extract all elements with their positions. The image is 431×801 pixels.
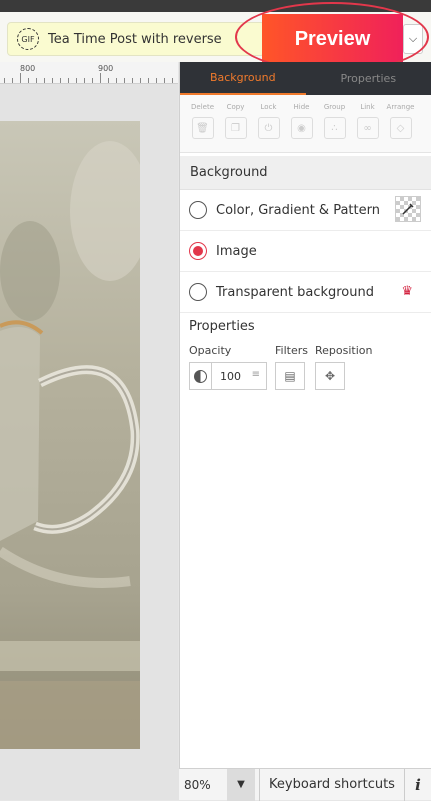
reposition-button[interactable]: ✥ <box>315 362 345 390</box>
ruler-tick <box>68 78 69 83</box>
ruler-tick <box>148 78 149 83</box>
group-tool[interactable]: Group ∴ <box>318 95 351 152</box>
ruler-tick <box>140 78 141 83</box>
ruler-tick <box>156 78 157 83</box>
option-label: Color, Gradient & Pattern <box>216 203 380 218</box>
ruler-tick <box>76 78 77 83</box>
tool-label: Hide <box>294 103 310 111</box>
ruler-tick <box>124 78 125 83</box>
tool-label: Group <box>324 103 345 111</box>
radio-button[interactable] <box>189 201 207 219</box>
ruler-tick <box>52 78 53 83</box>
opacity-label: Opacity <box>189 344 231 357</box>
move-icon: ✥ <box>325 369 335 383</box>
properties-title: Properties <box>180 313 431 334</box>
link-tool[interactable]: Link ∞ <box>351 95 384 152</box>
ruler-tick <box>60 78 61 83</box>
tab-properties[interactable]: Properties <box>306 62 431 95</box>
lock-tool[interactable]: Lock ⏻ <box>252 95 285 152</box>
eye-icon: ◉ <box>291 117 313 139</box>
toolbar: Delete 🗑 Copy ❐ Lock ⏻ Hide ◉ Group ∴ Li… <box>180 95 431 153</box>
properties-row: Opacity Filters Reposition 100 ≡ ▤ ✥ <box>180 334 431 394</box>
ruler-tick <box>28 78 29 83</box>
radio-button[interactable] <box>189 283 207 301</box>
ruler-tick <box>92 78 93 83</box>
status-bar: 80% ▼ Keyboard shortcuts i <box>179 768 431 800</box>
ruler-tick <box>12 78 13 83</box>
design-canvas[interactable] <box>0 84 178 768</box>
chevron-down-icon[interactable]: ⌵ <box>403 24 423 54</box>
trash-icon: 🗑 <box>192 117 214 139</box>
ruler-tick <box>4 78 5 83</box>
preview-button[interactable]: Preview <box>262 14 403 64</box>
ruler-label: 800 <box>20 64 35 73</box>
filters-label: Filters <box>275 344 308 357</box>
option-color-gradient-pattern[interactable]: Color, Gradient & Pattern <box>180 190 431 231</box>
ruler-tick <box>44 78 45 83</box>
hide-tool[interactable]: Hide ◉ <box>285 95 318 152</box>
caret-down-icon[interactable]: ▼ <box>227 769 255 801</box>
tool-label: Lock <box>261 103 277 111</box>
tool-label: Arrange <box>387 103 415 111</box>
drag-handle-icon[interactable]: ≡ <box>252 369 260 380</box>
option-label: Image <box>216 244 257 259</box>
crown-icon: ♛ <box>401 284 413 299</box>
properties-panel: Background Properties Delete 🗑 Copy ❐ Lo… <box>179 62 431 768</box>
copy-icon: ❐ <box>225 117 247 139</box>
color-picker-icon[interactable] <box>395 196 421 222</box>
filters-button[interactable]: ▤ <box>275 362 305 390</box>
ruler-tick <box>116 78 117 83</box>
opacity-icon <box>190 363 212 389</box>
tab-background[interactable]: Background <box>180 62 306 95</box>
arrange-tool[interactable]: Arrange ◇ <box>384 95 417 152</box>
zoom-level[interactable]: 80% <box>179 769 227 801</box>
gif-icon: GIF <box>17 28 39 50</box>
lock-icon: ⏻ <box>258 117 280 139</box>
link-icon: ∞ <box>357 117 379 139</box>
delete-tool[interactable]: Delete 🗑 <box>186 95 219 152</box>
layers-icon: ◇ <box>390 117 412 139</box>
keyboard-shortcuts-button[interactable]: Keyboard shortcuts <box>259 769 405 801</box>
ruler-label: 900 <box>98 64 113 73</box>
copy-tool[interactable]: Copy ❐ <box>219 95 252 152</box>
panel-tabs: Background Properties <box>180 62 431 95</box>
ruler-tick <box>84 78 85 83</box>
top-strip <box>0 0 431 12</box>
top-bar: GIF Tea Time Post with reverse Preview ⌵ <box>0 12 431 62</box>
info-icon[interactable]: i <box>405 776 431 794</box>
radio-button[interactable] <box>189 242 207 260</box>
tool-label: Delete <box>191 103 214 111</box>
opacity-value: 100 <box>220 370 241 383</box>
ruler-tick <box>164 78 165 83</box>
design-title: Tea Time Post with reverse <box>48 32 222 47</box>
option-image[interactable]: Image <box>180 231 431 272</box>
design-title-field[interactable]: GIF Tea Time Post with reverse <box>7 22 265 56</box>
ruler-tick <box>36 78 37 83</box>
ruler-tick <box>172 78 173 83</box>
image-icon: ▤ <box>284 369 295 383</box>
ruler-tick <box>108 78 109 83</box>
group-icon: ∴ <box>324 117 346 139</box>
tool-label: Copy <box>227 103 245 111</box>
ruler-tick <box>132 78 133 83</box>
ruler-tick <box>20 73 21 83</box>
teacup-illustration <box>0 121 140 749</box>
reposition-label: Reposition <box>315 344 373 357</box>
option-transparent-background[interactable]: Transparent background ♛ <box>180 272 431 313</box>
section-title-background: Background <box>180 156 431 190</box>
opacity-input[interactable]: 100 ≡ <box>189 362 267 390</box>
background-image[interactable] <box>0 121 140 749</box>
tool-label: Link <box>360 103 374 111</box>
ruler-tick <box>100 73 101 83</box>
horizontal-ruler: 800 900 <box>0 62 178 84</box>
canvas-footer <box>0 768 179 800</box>
option-label: Transparent background <box>216 285 374 300</box>
